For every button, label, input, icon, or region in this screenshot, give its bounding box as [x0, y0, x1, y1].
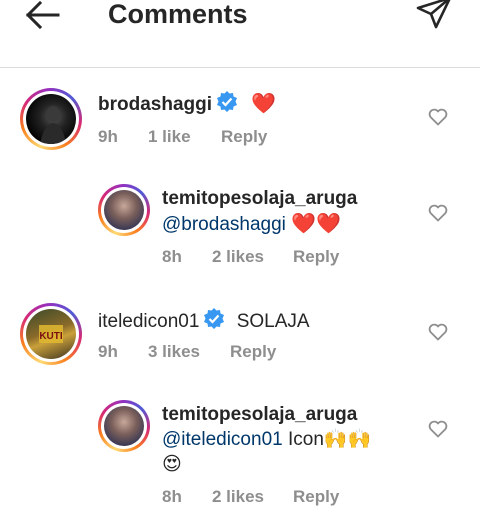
comment-text: ❤️ [251, 93, 277, 115]
comment-text: Icon🙌🙌 [287, 429, 372, 450]
comment-item: brodashaggi ❤️ 9h 1 like Reply [0, 88, 480, 168]
comment-text: SOLAJA [236, 311, 310, 332]
svg-text:KUTI: KUTI [39, 331, 63, 342]
like-button[interactable] [428, 204, 450, 224]
comment-likes[interactable]: 3 likes [148, 341, 200, 363]
reply-item: temitopesolaja_aruga @brodashaggi ❤️❤️ 8… [0, 184, 480, 274]
comment-likes[interactable]: 2 likes [212, 246, 264, 268]
mention-link[interactable]: @brodashaggi [162, 214, 286, 235]
comment-time: 8h [162, 247, 182, 266]
comment-username[interactable]: iteledicon01 [98, 311, 199, 332]
comment-item: KUTI iteledicon01 SOLAJA 9h 3 likes Repl… [0, 303, 480, 383]
reply-button[interactable]: Reply [230, 341, 276, 363]
heart-outline-icon [428, 323, 448, 341]
comment-likes[interactable]: 1 like [148, 126, 191, 148]
comment-time: 9h [98, 342, 118, 361]
comment-username[interactable]: temitopesolaja_aruga [162, 404, 357, 425]
like-button[interactable] [428, 108, 450, 128]
comment-text-emoji: 😍 [162, 454, 182, 475]
comment-time: 9h [98, 127, 118, 146]
avatar[interactable] [98, 184, 150, 236]
reply-item: temitopesolaja_aruga @iteledicon01 Icon🙌… [0, 400, 480, 520]
heart-outline-icon [428, 420, 448, 438]
like-button[interactable] [428, 420, 450, 440]
avatar[interactable] [98, 400, 150, 452]
comment-username[interactable]: temitopesolaja_aruga [162, 188, 357, 209]
comment-text: ❤️❤️ [291, 213, 341, 235]
like-button[interactable] [428, 323, 450, 343]
header: Comments [0, 0, 480, 68]
reply-button[interactable]: Reply [221, 126, 267, 148]
page-title: Comments [108, 0, 248, 29]
reply-button[interactable]: Reply [293, 246, 339, 268]
avatar[interactable] [20, 88, 82, 150]
share-button[interactable] [414, 0, 454, 32]
comment-time: 8h [162, 487, 182, 506]
reply-button[interactable]: Reply [293, 486, 339, 508]
comment-username[interactable]: brodashaggi [98, 94, 212, 115]
avatar[interactable]: KUTI [20, 303, 82, 365]
heart-outline-icon [428, 108, 448, 126]
paper-plane-icon [416, 0, 451, 29]
comment-likes[interactable]: 2 likes [212, 486, 264, 508]
arrow-left-icon [25, 0, 60, 30]
heart-outline-icon [428, 204, 448, 222]
back-button[interactable] [22, 0, 62, 32]
verified-badge-icon [216, 91, 238, 120]
verified-badge-icon [203, 308, 225, 337]
mention-link[interactable]: @iteledicon01 [162, 429, 283, 450]
